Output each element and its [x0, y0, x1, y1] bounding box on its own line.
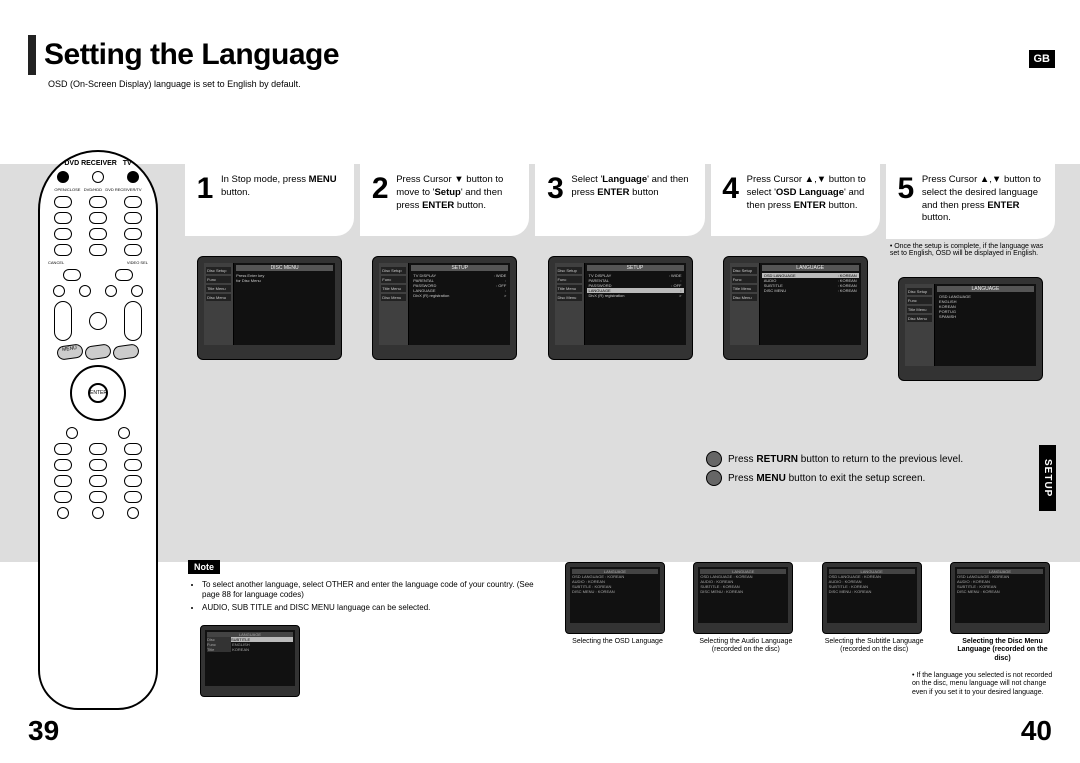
step-text: Select 'Language' and then press ENTER b…	[571, 174, 696, 222]
page-number-left: 39	[28, 715, 59, 747]
step-screenshot: Disc SetupFuncTitle MenuDisc Menu LANGUA…	[711, 256, 880, 360]
step-5: 5 Press Cursor ▲,▼ button to select the …	[886, 164, 1055, 381]
note-screenshot: LANGUAGE DiscFuncTitle SUBTITLE ENGLISH …	[195, 625, 310, 697]
step-text: Press Cursor ▼ button to move to 'Setup'…	[396, 174, 521, 222]
step-screenshot: Disc SetupFuncTitle MenuDisc Menu SETUPT…	[360, 256, 529, 360]
page-number-right: 40	[1021, 715, 1052, 747]
note-section: Note To select another language, select …	[188, 560, 538, 615]
page-title: Setting the Language	[44, 38, 339, 72]
step-screenshot: Disc SetupFuncTitle MenuDisc Menu SETUPT…	[535, 256, 704, 360]
step-4: 4 Press Cursor ▲,▼ button to select 'OSD…	[711, 164, 880, 381]
section-tab: SETUP	[1039, 445, 1056, 511]
bullet-item: Press MENU button to exit the setup scre…	[706, 470, 1030, 486]
step-number: 1	[191, 174, 219, 222]
screenshot-caption: Selecting the Disc Menu Language (record…	[950, 638, 1055, 663]
bullet-icon	[706, 451, 722, 467]
step-screenshot: Disc SetupFuncTitle MenuDisc Menu LANGUA…	[886, 277, 1055, 381]
region-badge: GB	[1029, 50, 1056, 68]
step-text: Press Cursor ▲,▼ button to select 'OSD L…	[747, 174, 872, 222]
bullet-icon	[706, 470, 722, 486]
step-2: 2 Press Cursor ▼ button to move to 'Setu…	[360, 164, 529, 381]
lower-footnote: • If the language you selected is not re…	[912, 672, 1057, 697]
bullet-text: Press RETURN button to return to the pre…	[728, 454, 963, 465]
bullet-text: Press MENU button to exit the setup scre…	[728, 473, 925, 484]
step-number: 4	[717, 174, 745, 222]
page-header: Setting the Language	[0, 0, 1080, 75]
step-text: In Stop mode, press MENU button.	[221, 174, 346, 222]
step-number: 2	[366, 174, 394, 222]
page-subtitle: OSD (On-Screen Display) language is set …	[48, 79, 1080, 89]
step-number: 5	[892, 174, 920, 225]
remote-control-illustration: DVD RECEIVER TV OPEN/CLOSE DVD/HDD DVD R…	[38, 150, 158, 710]
bullet-item: Press RETURN button to return to the pre…	[706, 451, 1030, 467]
lower-screenshot: LANGUAGE OSD LANGUAGE : KOREANAUDIO : KO…	[693, 562, 798, 663]
lower-screenshots: LANGUAGE OSD LANGUAGE : KOREANAUDIO : KO…	[560, 562, 1060, 663]
step-text: Press Cursor ▲,▼ button to select the de…	[922, 174, 1047, 225]
lower-screenshot: LANGUAGE OSD LANGUAGE : KOREANAUDIO : KO…	[950, 562, 1055, 663]
steps-row: 1 In Stop mode, press MENU button. Disc …	[185, 164, 1055, 381]
step-screenshot: Disc SetupFuncTitle MenuDisc Menu DISC M…	[185, 256, 354, 360]
lower-screenshot: LANGUAGE OSD LANGUAGE : KOREANAUDIO : KO…	[822, 562, 927, 663]
action-bullets: Press RETURN button to return to the pre…	[706, 448, 1030, 489]
step-number: 3	[541, 174, 569, 222]
step5-footnote: • Once the setup is complete, if the lan…	[886, 243, 1055, 257]
step-3: 3 Select 'Language' and then press ENTER…	[535, 164, 704, 381]
note-item: AUDIO, SUB TITLE and DISC MENU language …	[202, 603, 538, 613]
lower-screenshot: LANGUAGE OSD LANGUAGE : KOREANAUDIO : KO…	[565, 562, 670, 663]
note-item: To select another language, select OTHER…	[202, 580, 538, 601]
screenshot-caption: Selecting the Audio Language (recorded o…	[693, 638, 798, 655]
step-1: 1 In Stop mode, press MENU button. Disc …	[185, 164, 354, 381]
screenshot-caption: Selecting the OSD Language	[565, 638, 670, 646]
screenshot-caption: Selecting the Subtitle Language (recorde…	[822, 638, 927, 655]
header-accent	[28, 35, 36, 75]
note-badge: Note	[188, 560, 220, 574]
